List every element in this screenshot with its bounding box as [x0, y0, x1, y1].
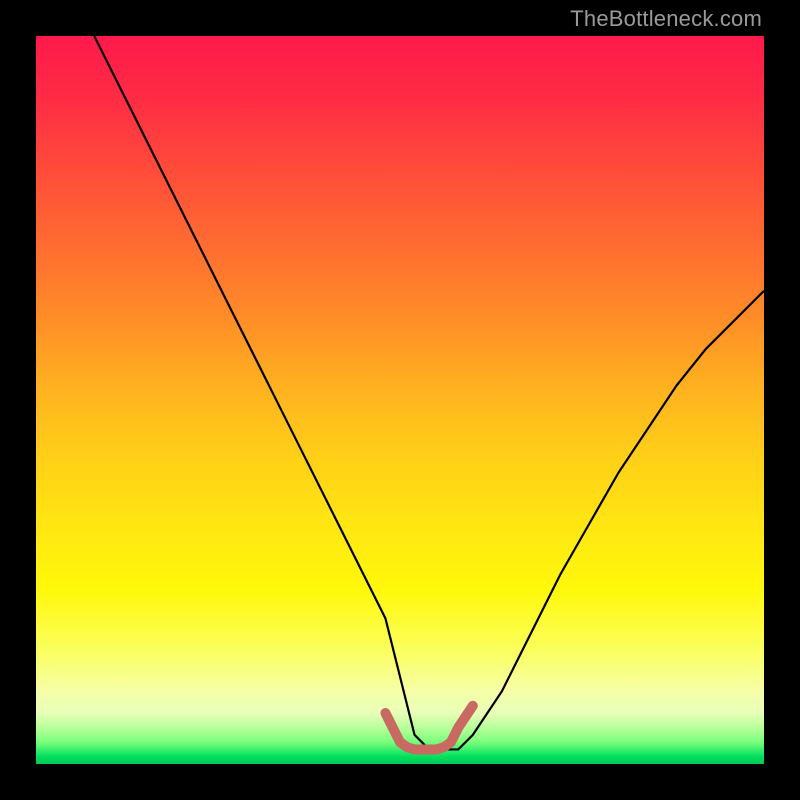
watermark-text: TheBottleneck.com	[570, 6, 762, 32]
bottleneck-curve	[94, 36, 764, 749]
curve-layer	[36, 36, 764, 764]
base-highlight	[385, 706, 472, 750]
plot-area	[36, 36, 764, 764]
chart-frame: TheBottleneck.com	[0, 0, 800, 800]
